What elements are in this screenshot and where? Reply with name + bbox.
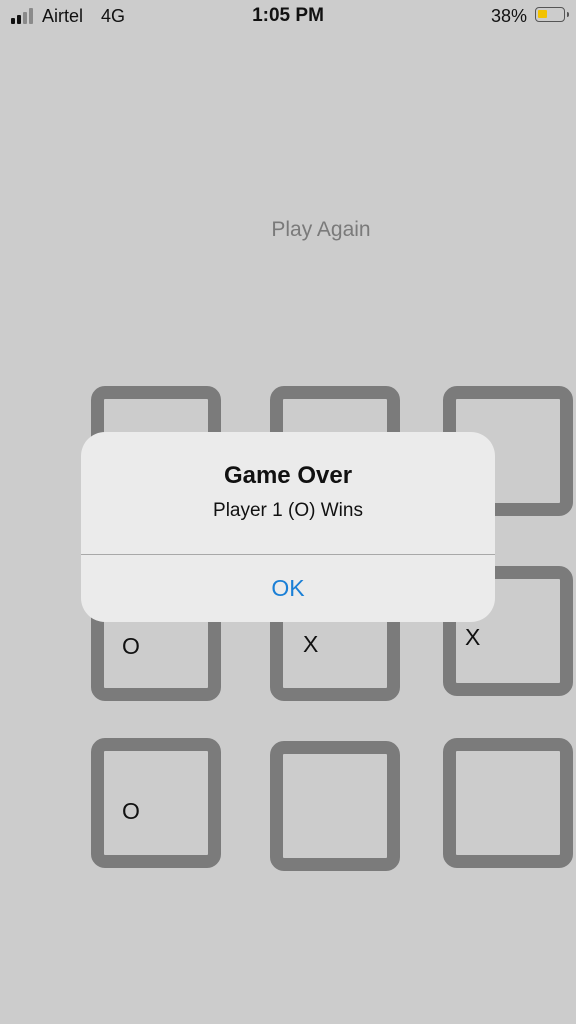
alert-title: Game Over xyxy=(223,462,353,489)
cell-mark: X xyxy=(303,631,319,657)
cell-mark: X xyxy=(465,624,481,650)
status-time: 1:05 PM xyxy=(252,5,324,26)
cell-mark: O xyxy=(122,798,140,824)
status-bar: Airtel 4G 1:05 PM 38% xyxy=(0,0,576,32)
game-over-alert: Game Over Player 1 (O) Wins OK xyxy=(81,432,495,622)
board-cell[interactable]: O xyxy=(91,738,221,868)
cell-mark: O xyxy=(122,633,140,659)
play-again-button[interactable]: Play Again xyxy=(221,212,421,248)
board-cell[interactable] xyxy=(443,738,573,868)
board-cell[interactable] xyxy=(270,741,400,871)
battery-percentage: 38% xyxy=(490,6,527,26)
battery-icon xyxy=(535,7,569,22)
battery-level-fill xyxy=(538,10,547,18)
alert-message: Player 1 (O) Wins xyxy=(213,500,363,521)
ok-button[interactable]: OK xyxy=(81,555,495,622)
